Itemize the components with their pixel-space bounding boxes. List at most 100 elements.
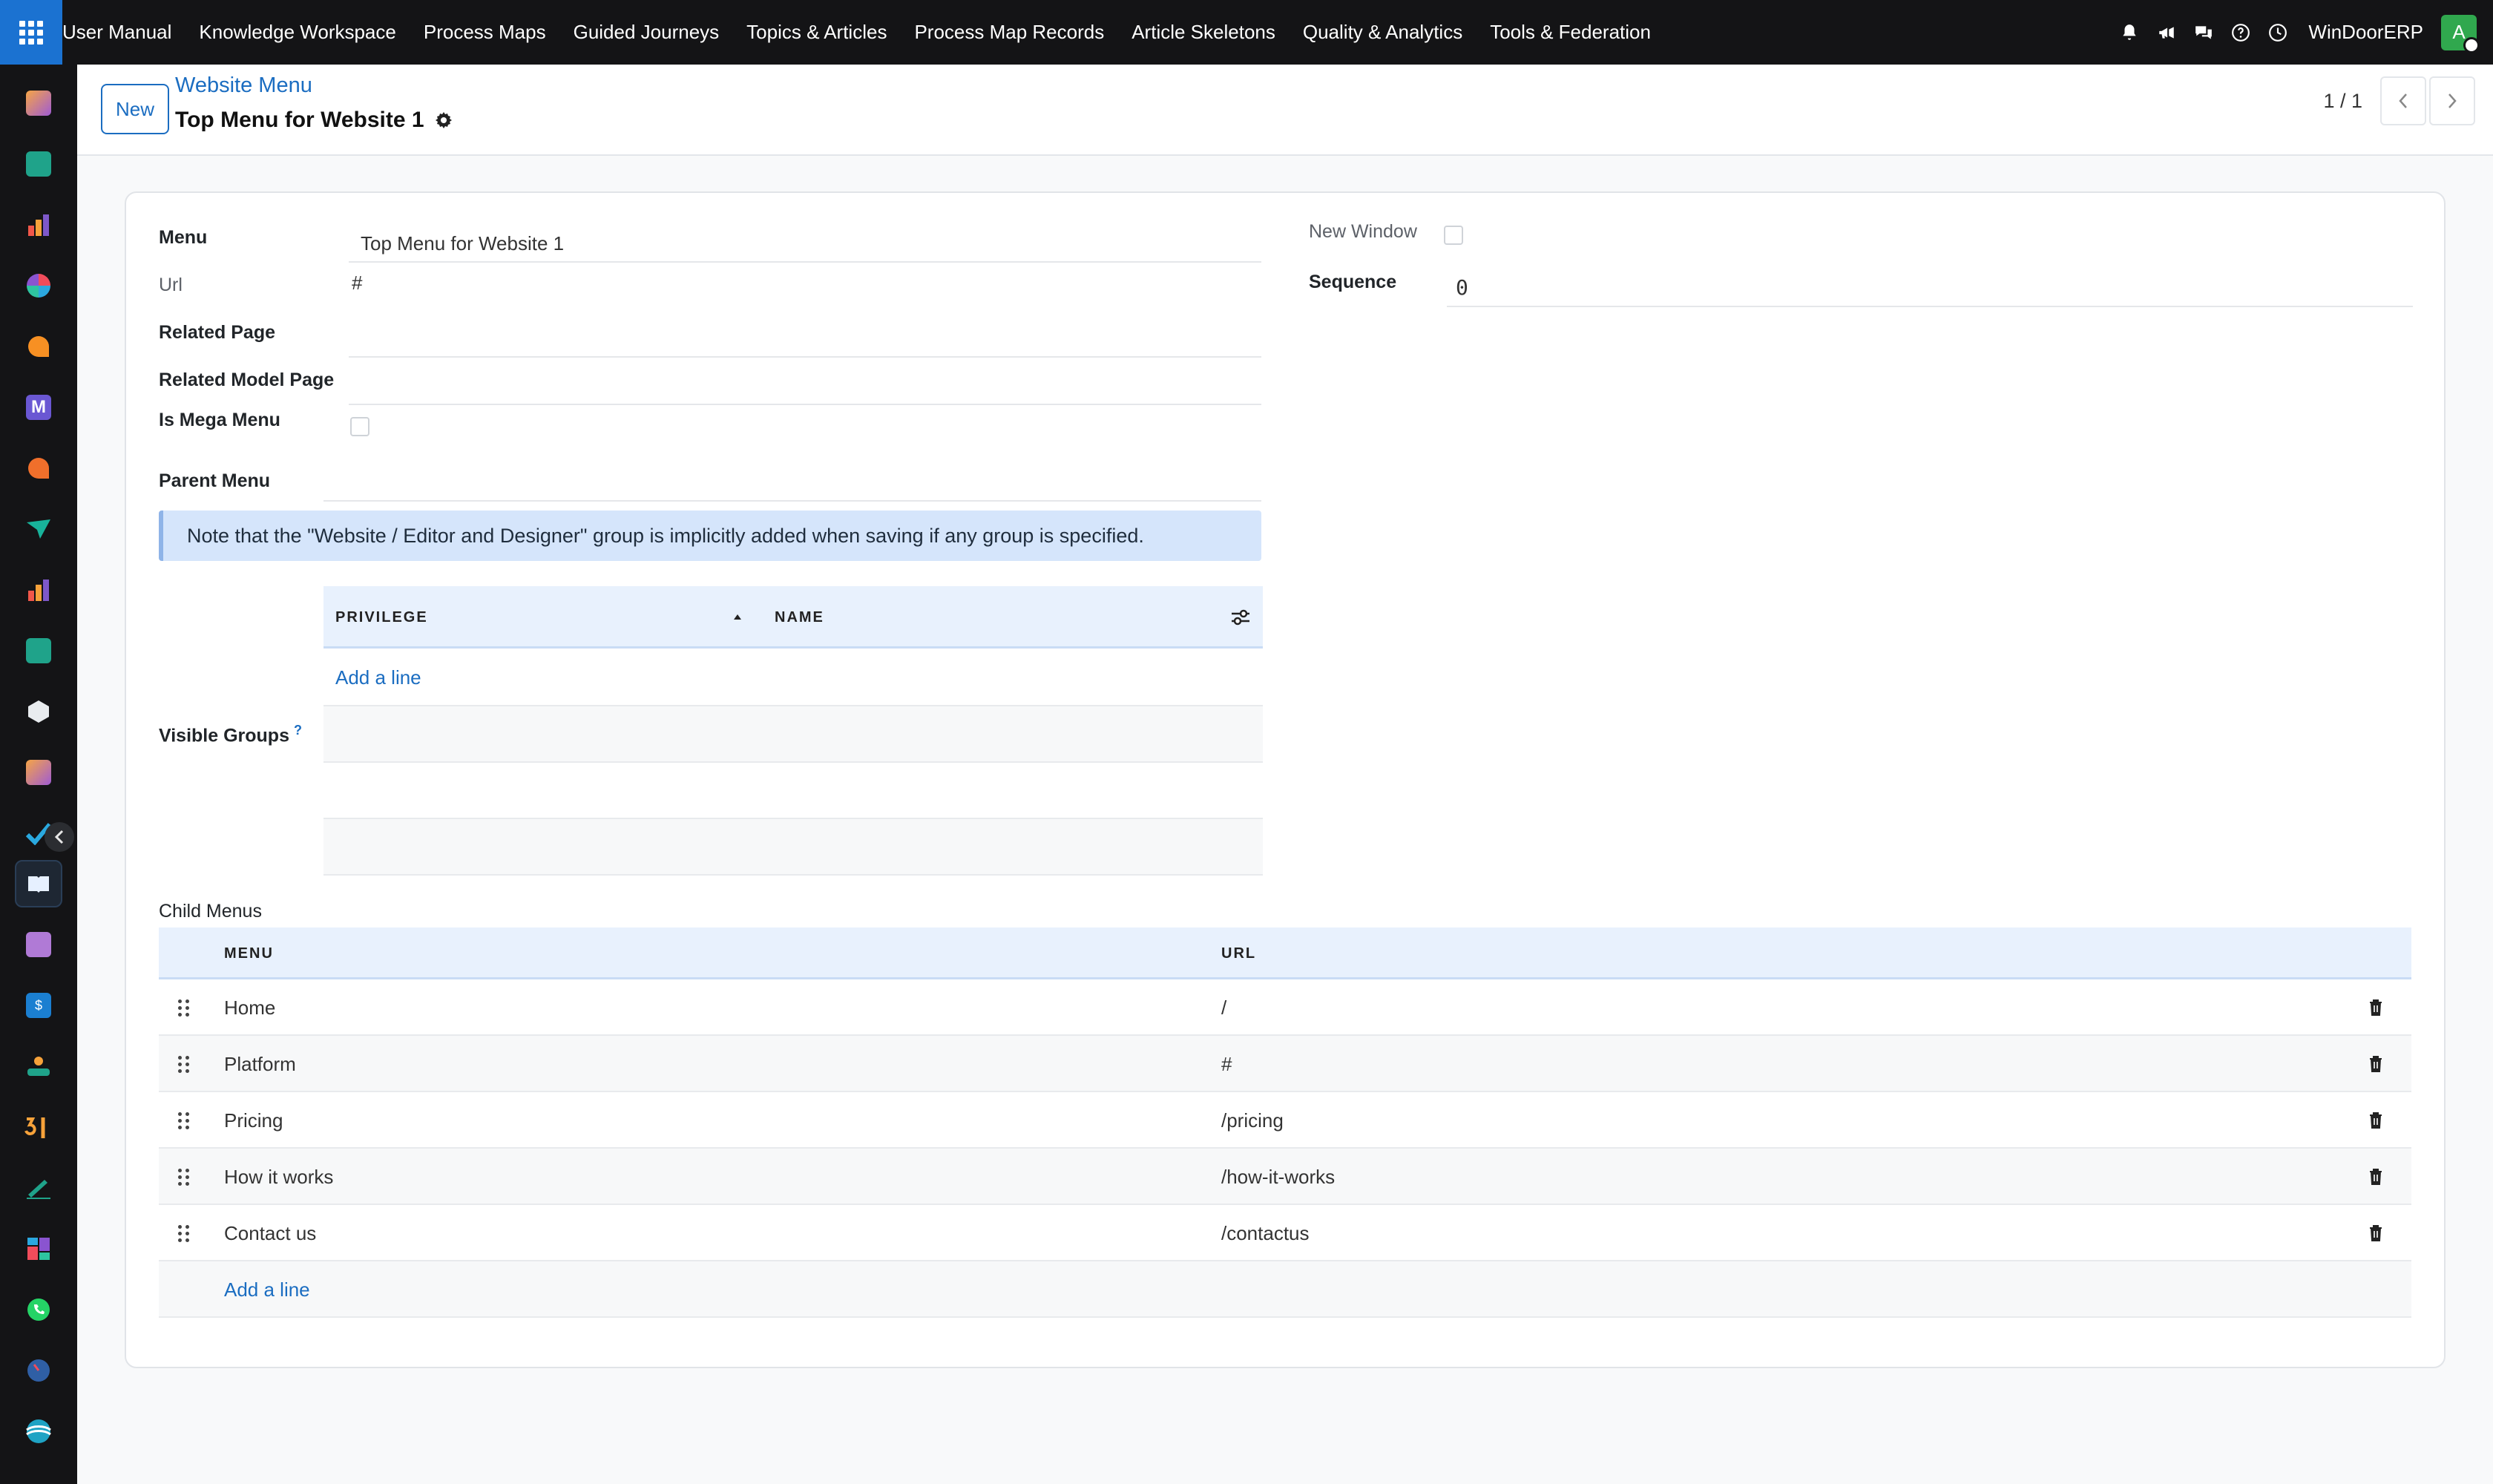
sidebar-app-website[interactable] xyxy=(15,921,62,968)
menu-tools-federation[interactable]: Tools & Federation xyxy=(1490,21,1651,44)
parent-menu-label: Parent Menu xyxy=(159,470,271,491)
new-window-label: New Window xyxy=(1309,221,1417,242)
row-menu[interactable]: Home xyxy=(224,979,275,1036)
breadcrumb-website-menu[interactable]: Website Menu xyxy=(175,73,312,98)
menu-process-maps[interactable]: Process Maps xyxy=(424,21,546,44)
sidebar-app-timer[interactable] xyxy=(15,1347,62,1394)
sidebar-app-knowledge[interactable] xyxy=(15,860,62,907)
systray: WinDoorERP A xyxy=(2102,0,2480,65)
sidebar-app-employees[interactable] xyxy=(15,627,62,674)
app-switcher-button[interactable] xyxy=(0,0,62,65)
trash-icon[interactable] xyxy=(2368,1205,2383,1261)
app-sidebar: M $ xyxy=(0,65,77,1484)
table-row[interactable]: How it works /how-it-works xyxy=(159,1149,2411,1205)
sidebar-collapse-button[interactable] xyxy=(45,822,74,852)
row-url[interactable]: /contactus xyxy=(1221,1205,1310,1261)
child-add-line-link[interactable]: Add a line xyxy=(224,1261,310,1318)
pager-value[interactable]: 1 / 1 xyxy=(2323,90,2362,113)
menu-guided-journeys[interactable]: Guided Journeys xyxy=(574,21,720,44)
row-menu[interactable]: Platform xyxy=(224,1036,296,1092)
avatar[interactable]: A xyxy=(2441,14,2480,53)
new-window-checkbox[interactable] xyxy=(1444,226,1463,245)
table-row[interactable]: Contact us /contactus xyxy=(159,1205,2411,1261)
trash-icon[interactable] xyxy=(2368,979,2383,1036)
pager-next-button[interactable] xyxy=(2429,76,2475,125)
clock-icon[interactable] xyxy=(2268,23,2287,42)
row-menu[interactable]: How it works xyxy=(224,1149,333,1205)
menu-topics-articles[interactable]: Topics & Articles xyxy=(746,21,887,44)
menu-input[interactable]: Top Menu for Website 1 xyxy=(349,220,1261,263)
table-row[interactable]: Pricing /pricing xyxy=(159,1092,2411,1149)
gear-icon[interactable] xyxy=(435,111,453,129)
drag-handle-icon[interactable] xyxy=(178,1092,189,1149)
chevron-right-icon xyxy=(2448,93,2457,108)
help-tooltip-icon[interactable]: ? xyxy=(294,723,302,738)
row-url[interactable]: /how-it-works xyxy=(1221,1149,1335,1205)
trash-icon[interactable] xyxy=(2368,1149,2383,1205)
menu-knowledge-workspace[interactable]: Knowledge Workspace xyxy=(199,21,395,44)
column-menu[interactable]: MENU xyxy=(224,928,274,979)
optional-columns-toggle-icon[interactable] xyxy=(1230,586,1251,649)
sidebar-app-livechat[interactable] xyxy=(15,444,62,492)
drag-handle-icon[interactable] xyxy=(178,1205,189,1261)
chat-icon[interactable] xyxy=(2194,23,2213,42)
groups-table-header: PRIVILEGE NAME xyxy=(323,586,1263,649)
pager-previous-button[interactable] xyxy=(2380,76,2426,125)
column-privilege[interactable]: PRIVILEGE xyxy=(335,586,428,649)
sidebar-app-calendar[interactable] xyxy=(15,1103,62,1151)
sidebar-app-expenses[interactable]: $ xyxy=(15,982,62,1029)
sidebar-app-contacts[interactable] xyxy=(15,140,62,188)
row-menu[interactable]: Pricing xyxy=(224,1092,283,1149)
url-label: Url xyxy=(159,275,183,295)
table-row[interactable]: Platform # xyxy=(159,1036,2411,1092)
sidebar-app-pie[interactable] xyxy=(15,262,62,309)
sidebar-app-1[interactable] xyxy=(15,79,62,127)
menu-user-manual[interactable]: User Manual xyxy=(62,21,171,44)
help-icon[interactable] xyxy=(2231,23,2250,42)
dollar-icon: $ xyxy=(26,993,51,1018)
child-add-row: Add a line xyxy=(159,1261,2411,1318)
new-button[interactable]: New xyxy=(101,84,169,134)
company-name[interactable]: WinDoorERP xyxy=(2308,21,2423,44)
table-row[interactable]: Home / xyxy=(159,979,2411,1036)
drag-handle-icon[interactable] xyxy=(178,979,189,1036)
row-url[interactable]: # xyxy=(1221,1036,1232,1092)
sidebar-app-discuss[interactable] xyxy=(15,323,62,370)
megaphone-icon[interactable] xyxy=(2157,23,2176,42)
bell-icon[interactable] xyxy=(2120,23,2139,42)
drag-handle-icon[interactable] xyxy=(178,1036,189,1092)
sidebar-app-planning[interactable] xyxy=(15,1408,62,1455)
sidebar-app-inventory[interactable] xyxy=(15,688,62,735)
sidebar-app-studio[interactable] xyxy=(15,749,62,796)
related-page-input[interactable] xyxy=(349,312,1261,358)
column-url[interactable]: URL xyxy=(1221,928,1256,979)
sidebar-app-sign[interactable] xyxy=(15,1164,62,1212)
menu-process-map-records[interactable]: Process Map Records xyxy=(914,21,1104,44)
row-url[interactable]: /pricing xyxy=(1221,1092,1284,1149)
row-menu[interactable]: Contact us xyxy=(224,1205,316,1261)
status-dot xyxy=(2463,36,2480,53)
sidebar-app-mail[interactable]: M xyxy=(15,384,62,431)
menu-quality-analytics[interactable]: Quality & Analytics xyxy=(1303,21,1462,44)
url-input[interactable]: # xyxy=(349,264,1261,304)
drag-handle-icon[interactable] xyxy=(178,1149,189,1205)
sidebar-app-dashboards[interactable] xyxy=(15,1225,62,1273)
groups-empty-row xyxy=(323,819,1263,876)
groups-add-row: Add a line xyxy=(323,649,1263,706)
column-name[interactable]: NAME xyxy=(775,586,824,649)
is-mega-menu-checkbox[interactable] xyxy=(350,417,369,436)
sidebar-app-reports[interactable] xyxy=(15,201,62,249)
sidebar-app-team[interactable] xyxy=(15,1043,62,1090)
groups-add-line-link[interactable]: Add a line xyxy=(335,649,421,706)
trash-icon[interactable] xyxy=(2368,1092,2383,1149)
sequence-input[interactable]: 0 xyxy=(1447,261,2413,307)
parent-menu-input[interactable] xyxy=(323,457,1261,502)
trash-icon[interactable] xyxy=(2368,1036,2383,1092)
sort-ascending-icon[interactable] xyxy=(730,586,745,649)
sidebar-app-sales[interactable] xyxy=(15,566,62,614)
menu-article-skeletons[interactable]: Article Skeletons xyxy=(1131,21,1275,44)
sidebar-app-whatsapp[interactable] xyxy=(15,1286,62,1333)
sidebar-app-marketing[interactable] xyxy=(15,505,62,553)
row-url[interactable]: / xyxy=(1221,979,1226,1036)
related-model-page-input[interactable] xyxy=(349,359,1261,405)
